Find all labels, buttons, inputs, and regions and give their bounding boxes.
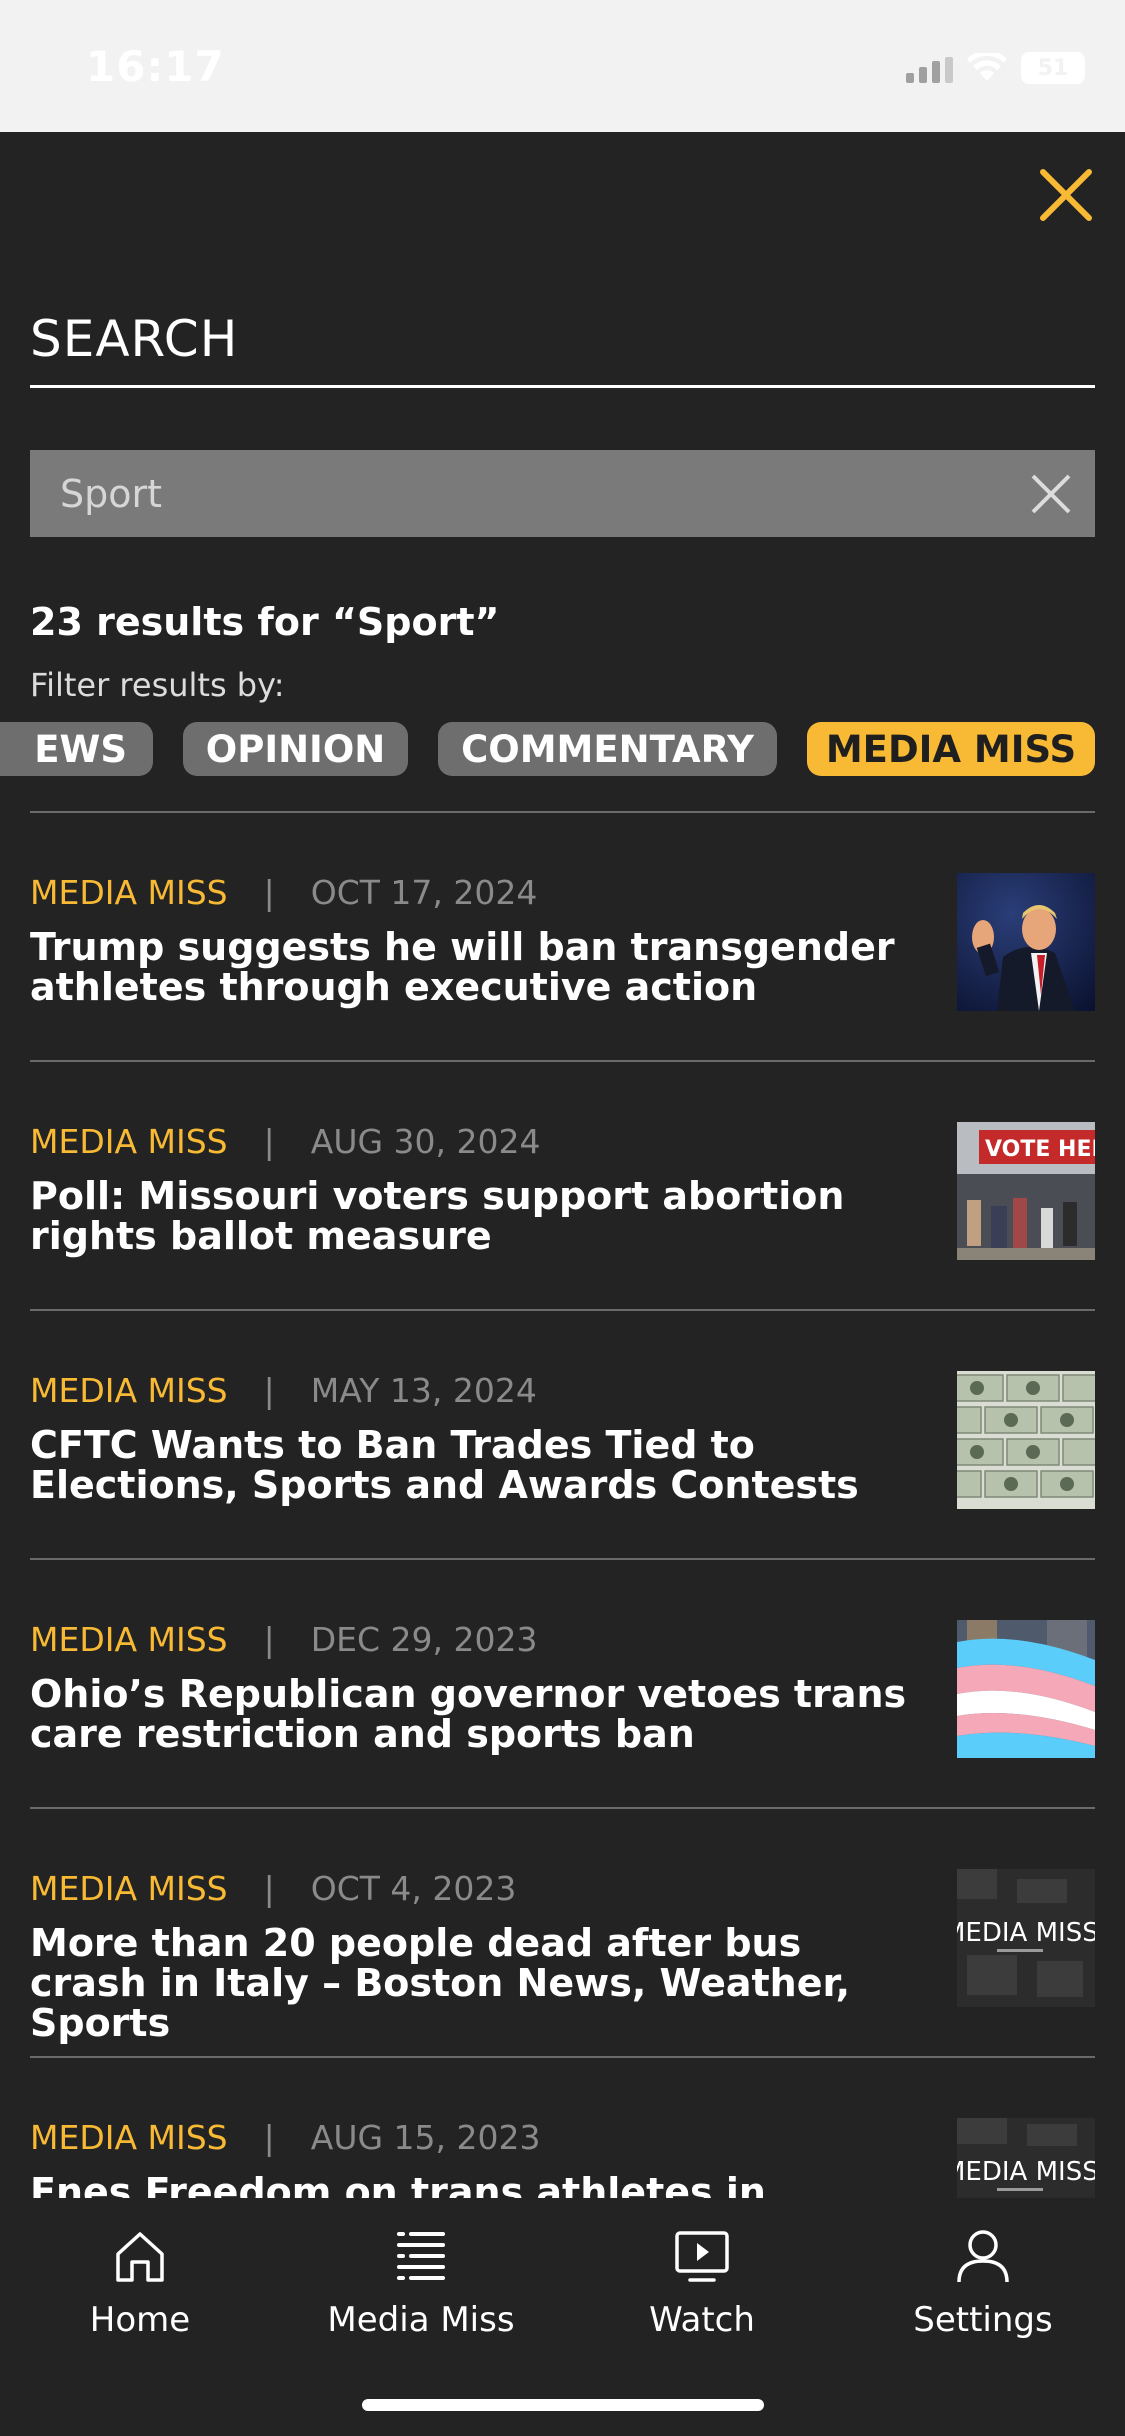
search-input[interactable] — [60, 450, 960, 537]
article-date: MAY 13, 2024 — [310, 1371, 537, 1410]
thumbnail-logo-text: MEDIA MISS — [957, 1918, 1095, 1948]
article-headline[interactable]: CFTC Wants to Ban Trades Tied to Electio… — [30, 1425, 910, 1505]
filter-chip-media-miss[interactable]: MEDIA MISS — [807, 722, 1095, 776]
status-icons: 51 — [906, 52, 1085, 84]
article-meta: MEDIA MISS | OCT 17, 2024 — [30, 873, 537, 912]
list-item[interactable]: MEDIA MISS | AUG 30, 2024 Poll: Missouri v… — [0, 1062, 1125, 1311]
meta-separator: | — [263, 1620, 275, 1659]
article-headline[interactable]: Trump suggests he will ban transgender a… — [30, 927, 910, 1007]
article-category[interactable]: MEDIA MISS — [30, 1371, 228, 1410]
article-meta: MEDIA MISS | AUG 15, 2023 — [30, 2118, 541, 2157]
list-item[interactable]: MEDIA MISS | OCT 17, 2024 Trump suggests h… — [0, 813, 1125, 1062]
results-count: 23 results for “Sport” — [30, 600, 500, 644]
article-date: OCT 4, 2023 — [310, 1869, 517, 1908]
article-category[interactable]: MEDIA MISS — [30, 1122, 228, 1161]
list-item[interactable]: MEDIA MISS | MAY 13, 2024 CFTC Wants to Ba… — [0, 1311, 1125, 1560]
tab-watch-label: Watch — [649, 2300, 755, 2340]
article-headline[interactable]: Poll: Missouri voters support abortion r… — [30, 1176, 910, 1256]
article-thumbnail[interactable]: MEDIA MISS — [957, 1869, 1095, 2007]
thumbnail-logo-text: MEDIA MISS — [957, 2157, 1095, 2187]
article-meta: MEDIA MISS | DEC 29, 2023 — [30, 1620, 538, 1659]
search-box — [30, 450, 1095, 537]
tab-home[interactable]: Home — [20, 2228, 260, 2348]
tab-media-miss-label: Media Miss — [327, 2300, 515, 2340]
meta-separator: | — [263, 1122, 275, 1161]
meta-separator: | — [263, 873, 275, 912]
article-thumbnail[interactable] — [957, 1371, 1095, 1509]
list-icon — [397, 2232, 445, 2280]
article-category[interactable]: MEDIA MISS — [30, 873, 228, 912]
article-date: AUG 15, 2023 — [310, 2118, 541, 2157]
article-headline[interactable]: Fnes Freedom on trans athletes in women’… — [30, 2172, 910, 2198]
article-meta: MEDIA MISS | MAY 13, 2024 — [30, 1371, 537, 1410]
article-thumbnail[interactable] — [957, 873, 1095, 1011]
article-category[interactable]: MEDIA MISS — [30, 1620, 228, 1659]
article-category[interactable]: MEDIA MISS — [30, 2118, 228, 2157]
list-item[interactable]: MEDIA MISS | OCT 4, 2023 More than 20 peop… — [0, 1809, 1125, 2058]
article-thumbnail[interactable]: VOTE HERE — [957, 1122, 1095, 1260]
user-icon — [957, 2230, 1009, 2283]
meta-separator: | — [263, 1371, 275, 1410]
home-indicator[interactable] — [362, 2399, 764, 2411]
close-icon[interactable] — [1037, 166, 1095, 224]
home-icon — [116, 2232, 164, 2282]
results-list: MEDIA MISS | OCT 17, 2024 Trump suggests h… — [0, 813, 1125, 2198]
article-headline[interactable]: More than 20 people dead after bus crash… — [30, 1923, 910, 2043]
article-thumbnail[interactable] — [957, 1620, 1095, 1758]
article-category[interactable]: MEDIA MISS — [30, 1869, 228, 1908]
tab-media-miss[interactable]: Media Miss — [301, 2228, 541, 2348]
meta-separator: | — [263, 2118, 275, 2157]
tab-settings[interactable]: Settings — [863, 2228, 1103, 2348]
clear-search-icon[interactable] — [1029, 472, 1073, 516]
filter-label: Filter results by: — [30, 666, 285, 704]
battery-icon: 51 — [1021, 52, 1085, 84]
article-headline[interactable]: Ohio’s Republican governor vetoes trans … — [30, 1674, 910, 1754]
search-title: SEARCH — [30, 310, 239, 368]
play-video-icon — [675, 2231, 729, 2282]
thumbnail-sign-text: VOTE HERE — [985, 1137, 1095, 1162]
status-bar: 16:17 51 — [0, 0, 1125, 132]
list-item[interactable]: MEDIA MISS | AUG 15, 2023 Fnes Freedom on … — [0, 2058, 1125, 2198]
meta-separator: | — [263, 1869, 275, 1908]
status-time: 16:17 — [86, 42, 225, 91]
search-title-underline — [30, 385, 1095, 388]
tab-settings-label: Settings — [913, 2300, 1053, 2340]
article-thumbnail[interactable]: MEDIA MISS — [957, 2118, 1095, 2198]
tab-watch[interactable]: Watch — [582, 2228, 822, 2348]
signal-icon — [906, 53, 953, 83]
article-date: AUG 30, 2024 — [310, 1122, 541, 1161]
tab-home-label: Home — [89, 2300, 191, 2340]
article-meta: MEDIA MISS | OCT 4, 2023 — [30, 1869, 516, 1908]
article-date: OCT 17, 2024 — [310, 873, 538, 912]
list-item[interactable]: MEDIA MISS | DEC 29, 2023 Ohio’s Republica… — [0, 1560, 1125, 1809]
wifi-icon — [967, 53, 1007, 81]
article-meta: MEDIA MISS | AUG 30, 2024 — [30, 1122, 541, 1161]
filter-chip-commentary[interactable]: COMMENTARY — [438, 722, 777, 776]
filter-chip-opinion[interactable]: OPINION — [183, 722, 408, 776]
article-date: DEC 29, 2023 — [310, 1620, 538, 1659]
filter-chip-news[interactable]: EWS — [0, 722, 153, 776]
